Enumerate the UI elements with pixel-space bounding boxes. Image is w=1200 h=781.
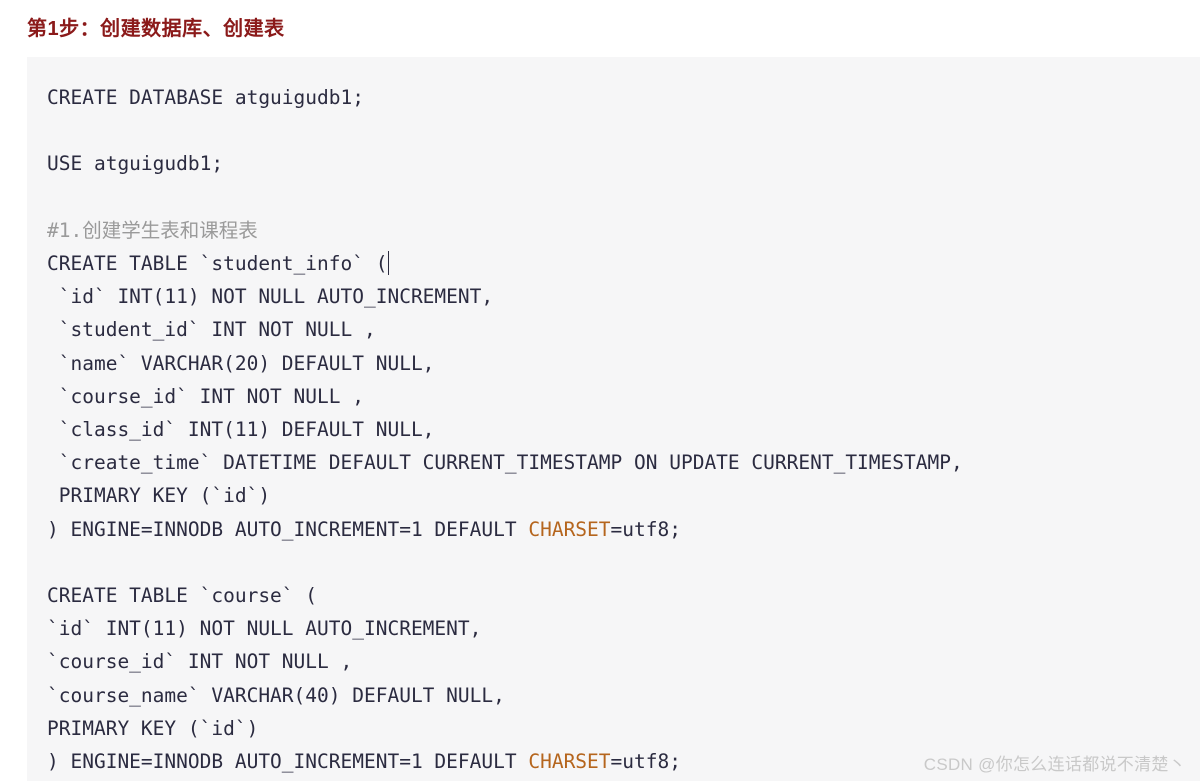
code-line: USE atguigudb1; [47,147,1200,180]
code-text: `id` INT(11) NOT NULL AUTO_INCREMENT, [47,617,482,641]
code-token-charset: CHARSET [528,517,611,541]
code-text: ) ENGINE=INNODB AUTO_INCREMENT=1 DEFAULT [47,750,529,774]
code-line: `create_time` DATETIME DEFAULT CURRENT_T… [47,446,1200,479]
code-line: `course_id` INT NOT NULL , [47,645,1200,678]
code-text: `name` VARCHAR(20) DEFAULT NULL, [47,351,435,375]
code-line: PRIMARY KEY (`id`) [47,479,1200,512]
code-line: CREATE TABLE `course` ( [47,579,1200,612]
code-line: `course_id` INT NOT NULL , [47,380,1200,413]
watermark: CSDN @你怎么连话都说不清楚丶 [923,755,1186,774]
code-text: ) ENGINE=INNODB AUTO_INCREMENT=1 DEFAULT [47,517,529,541]
code-token-charset: CHARSET [528,750,611,774]
code-line: #1.创建学生表和课程表 [47,214,1200,247]
code-text: PRIMARY KEY (`id`) [47,484,271,508]
code-line: PRIMARY KEY (`id`) [47,712,1200,745]
code-text: `course_id` INT NOT NULL , [47,384,364,408]
code-text: =utf8; [610,517,681,541]
code-text: `course_id` INT NOT NULL , [47,650,353,674]
code-line: `id` INT(11) NOT NULL AUTO_INCREMENT, [47,280,1200,313]
code-text: `id` INT(11) NOT NULL AUTO_INCREMENT, [47,285,494,309]
code-line: `student_id` INT NOT NULL , [47,313,1200,346]
code-line: `class_id` INT(11) DEFAULT NULL, [47,413,1200,446]
code-listing[interactable]: CREATE DATABASE atguigudb1; USE atguigud… [47,81,1200,778]
code-text: `class_id` INT(11) DEFAULT NULL, [47,418,435,442]
code-text: `course_name` VARCHAR(40) DEFAULT NULL, [47,683,505,707]
code-line: ) ENGINE=INNODB AUTO_INCREMENT=1 DEFAULT… [47,513,1200,546]
code-comment: #1.创建学生表和课程表 [47,218,258,242]
code-line: `id` INT(11) NOT NULL AUTO_INCREMENT, [47,612,1200,645]
code-text: CREATE TABLE `student_info` ( [47,252,388,276]
code-text: USE atguigudb1; [47,152,224,176]
code-text: `create_time` DATETIME DEFAULT CURRENT_T… [47,451,963,475]
code-line: CREATE TABLE `student_info` ( [47,247,1200,280]
code-text: CREATE DATABASE atguigudb1; [47,86,364,109]
code-block[interactable]: CREATE DATABASE atguigudb1; USE atguigud… [27,57,1200,781]
code-text: =utf8; [610,750,681,774]
code-line: `course_name` VARCHAR(40) DEFAULT NULL, [47,679,1200,712]
code-text: `student_id` INT NOT NULL , [47,318,376,342]
code-line: CREATE DATABASE atguigudb1; [47,81,1200,114]
page-title: 第1步：创建数据库、创建表 [27,18,285,40]
code-text: PRIMARY KEY (`id`) [47,716,259,740]
text-cursor-caret [388,251,390,276]
code-line: `name` VARCHAR(20) DEFAULT NULL, [47,347,1200,380]
code-text: CREATE TABLE `course` ( [47,584,318,608]
